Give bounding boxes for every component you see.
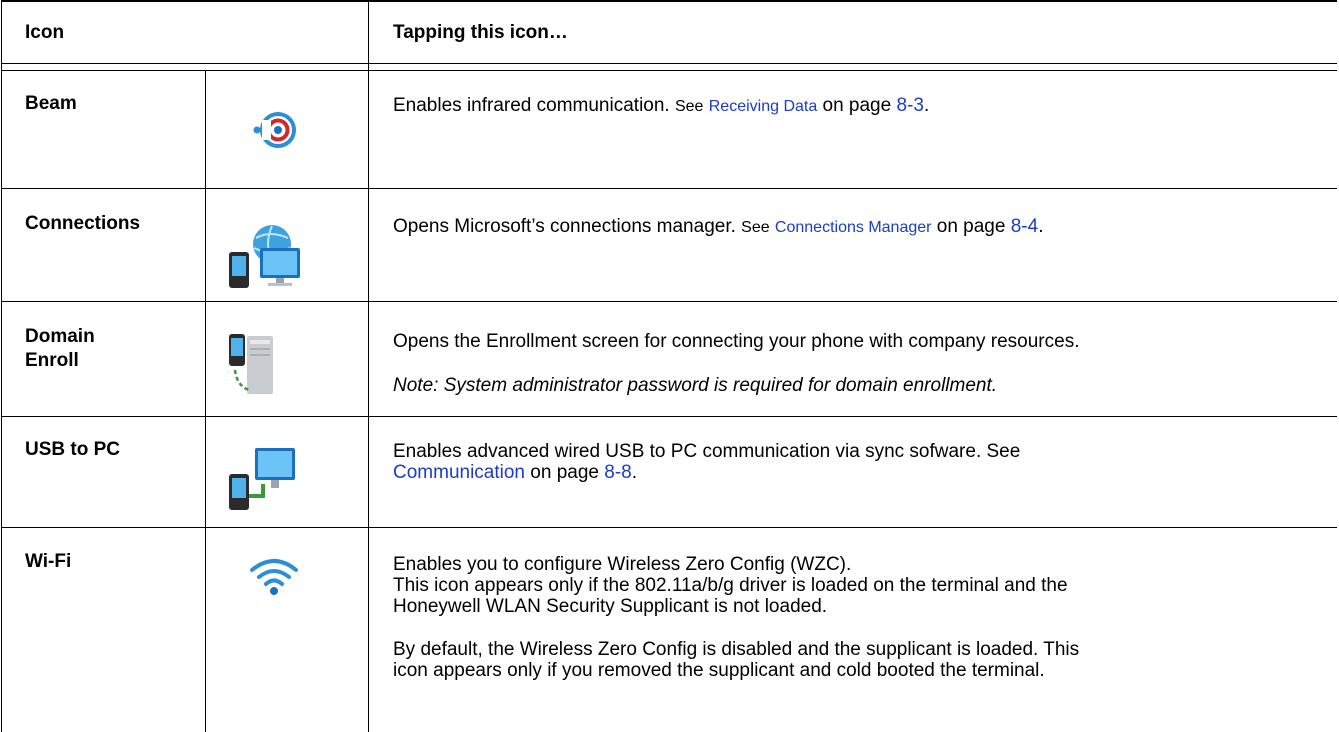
link-page-8-8[interactable]: 8-8: [604, 462, 631, 483]
row-desc-wifi-2: By default, the Wireless Zero Config is …: [393, 639, 1080, 681]
beam-icon[interactable]: [251, 108, 299, 157]
header-divider-double: [1, 70, 1337, 71]
header-tapping: Tapping this icon…: [393, 22, 568, 43]
row-desc-connections: Opens Microsoft’s connections manager. S…: [393, 216, 1044, 237]
link-page-8-3[interactable]: 8-3: [896, 95, 923, 116]
usb-to-pc-icon[interactable]: [227, 446, 297, 517]
row-name-usb-to-pc: USB to PC: [25, 439, 120, 460]
link-communication[interactable]: Communication: [393, 462, 525, 483]
row-desc-beam: Enables infrared communication. See Rece…: [393, 95, 930, 116]
icon-table: Icon Tapping this icon… Beam Enables inf…: [1, 0, 1337, 732]
table-top-border: [1, 0, 1337, 2]
header-divider: [1, 63, 1337, 64]
icon-column-divider: [205, 70, 206, 732]
row-desc-domain-enroll: Opens the Enrollment screen for connecti…: [393, 331, 1080, 352]
link-page-8-4[interactable]: 8-4: [1011, 216, 1038, 237]
table-left-border: [1, 0, 2, 732]
column-divider: [368, 0, 369, 732]
domain-enroll-icon[interactable]: [227, 332, 275, 403]
row-name-connections: Connections: [25, 213, 141, 234]
header-icon: Icon: [25, 22, 65, 43]
wifi-icon[interactable]: [249, 556, 299, 603]
row-desc-wifi: Enables you to configure Wireless Zero C…: [393, 554, 1068, 617]
row-name-beam: Beam: [25, 93, 77, 114]
row-divider: [1, 188, 1337, 189]
connections-icon[interactable]: [226, 222, 306, 295]
link-connections-manager[interactable]: Connections Manager: [775, 219, 932, 236]
row-note-domain-enroll: Note: System administrator password is r…: [393, 375, 998, 396]
row-divider: [1, 301, 1337, 302]
row-desc-usb-to-pc: Enables advanced wired USB to PC communi…: [393, 441, 1021, 483]
row-divider: [1, 416, 1337, 417]
link-receiving-data[interactable]: Receiving Data: [709, 98, 818, 115]
row-name-domain-enroll: Domain Enroll: [25, 326, 95, 371]
row-divider: [1, 527, 1337, 528]
row-name-wifi: Wi-Fi: [25, 551, 72, 572]
